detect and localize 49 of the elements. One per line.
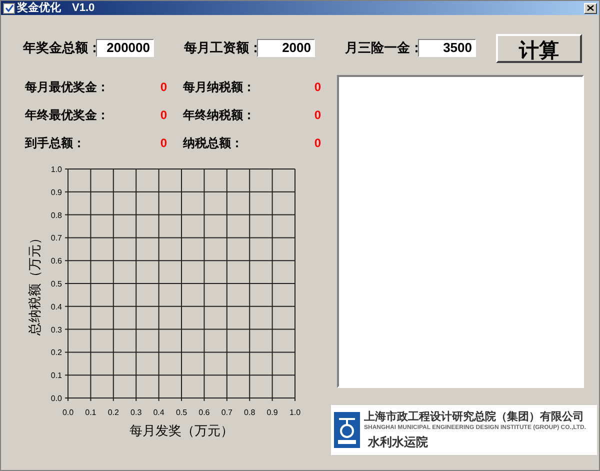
result-value: 0 [160, 106, 167, 124]
company-name: 上海市政工程设计研究总院（集团）有限公司 [364, 410, 585, 424]
result-value: 0 [314, 134, 321, 152]
result-value: 0 [160, 78, 167, 96]
result-label: 年终最优奖金： [25, 106, 109, 124]
x-tick-label: 0.5 [176, 408, 188, 417]
x-tick-label: 0.6 [198, 408, 210, 417]
y-tick-label: 0.4 [50, 302, 62, 312]
y-tick-label: 0.3 [50, 325, 62, 334]
window-title: 奖金优化 V1.0 [17, 2, 95, 14]
x-tick-label: 0.3 [130, 408, 142, 417]
input-field[interactable]: 2000 [257, 39, 315, 57]
y-tick-label: 0.2 [50, 348, 62, 358]
result-label: 到手总额： [25, 134, 85, 152]
y-tick-label: 0.8 [50, 210, 62, 220]
input-field[interactable]: 3500 [418, 39, 476, 57]
x-tick-label: 0.9 [266, 408, 278, 417]
result-label: 每月纳税额： [183, 78, 255, 96]
y-tick-label: 1.0 [50, 165, 62, 174]
field-label: 月三险一金： [345, 39, 418, 58]
y-tick-label: 0.7 [50, 234, 62, 243]
result-label: 纳税总额： [183, 134, 243, 152]
result-value: 0 [314, 106, 321, 124]
y-tick-label: 0.6 [50, 256, 62, 266]
close-icon[interactable] [584, 2, 597, 14]
x-tick-label: 0.8 [244, 408, 256, 417]
x-tick-label: 0.7 [221, 408, 232, 417]
field-label: 年奖金总额： [23, 39, 96, 58]
y-tick-label: 0.5 [50, 280, 62, 288]
y-axis-label: 总纳税额（万元） [27, 232, 42, 336]
x-tick-label: 0.1 [85, 408, 96, 417]
calculate-button[interactable]: 计算 [496, 34, 582, 62]
x-tick-label: 0.4 [153, 408, 164, 417]
result-value: 0 [160, 134, 167, 152]
logo-icon [334, 412, 360, 448]
x-axis-label: 每月发奖（万元） [130, 423, 234, 438]
app-icon [3, 2, 15, 14]
department-name: 水利水运院 [368, 434, 429, 450]
x-tick-label: 0.2 [108, 408, 119, 417]
result-value: 0 [314, 78, 321, 96]
x-tick-label: 0.0 [62, 408, 74, 417]
result-label: 年终纳税额： [183, 106, 255, 124]
input-field[interactable]: 200000 [96, 39, 154, 57]
y-tick-label: 0.1 [50, 371, 62, 380]
result-label: 每月最优奖金： [25, 78, 109, 96]
y-tick-label: 0.9 [50, 188, 62, 197]
field-label: 每月工资额： [184, 39, 257, 58]
x-tick-label: 1.0 [289, 408, 301, 417]
y-tick-label: 0.0 [50, 394, 62, 403]
